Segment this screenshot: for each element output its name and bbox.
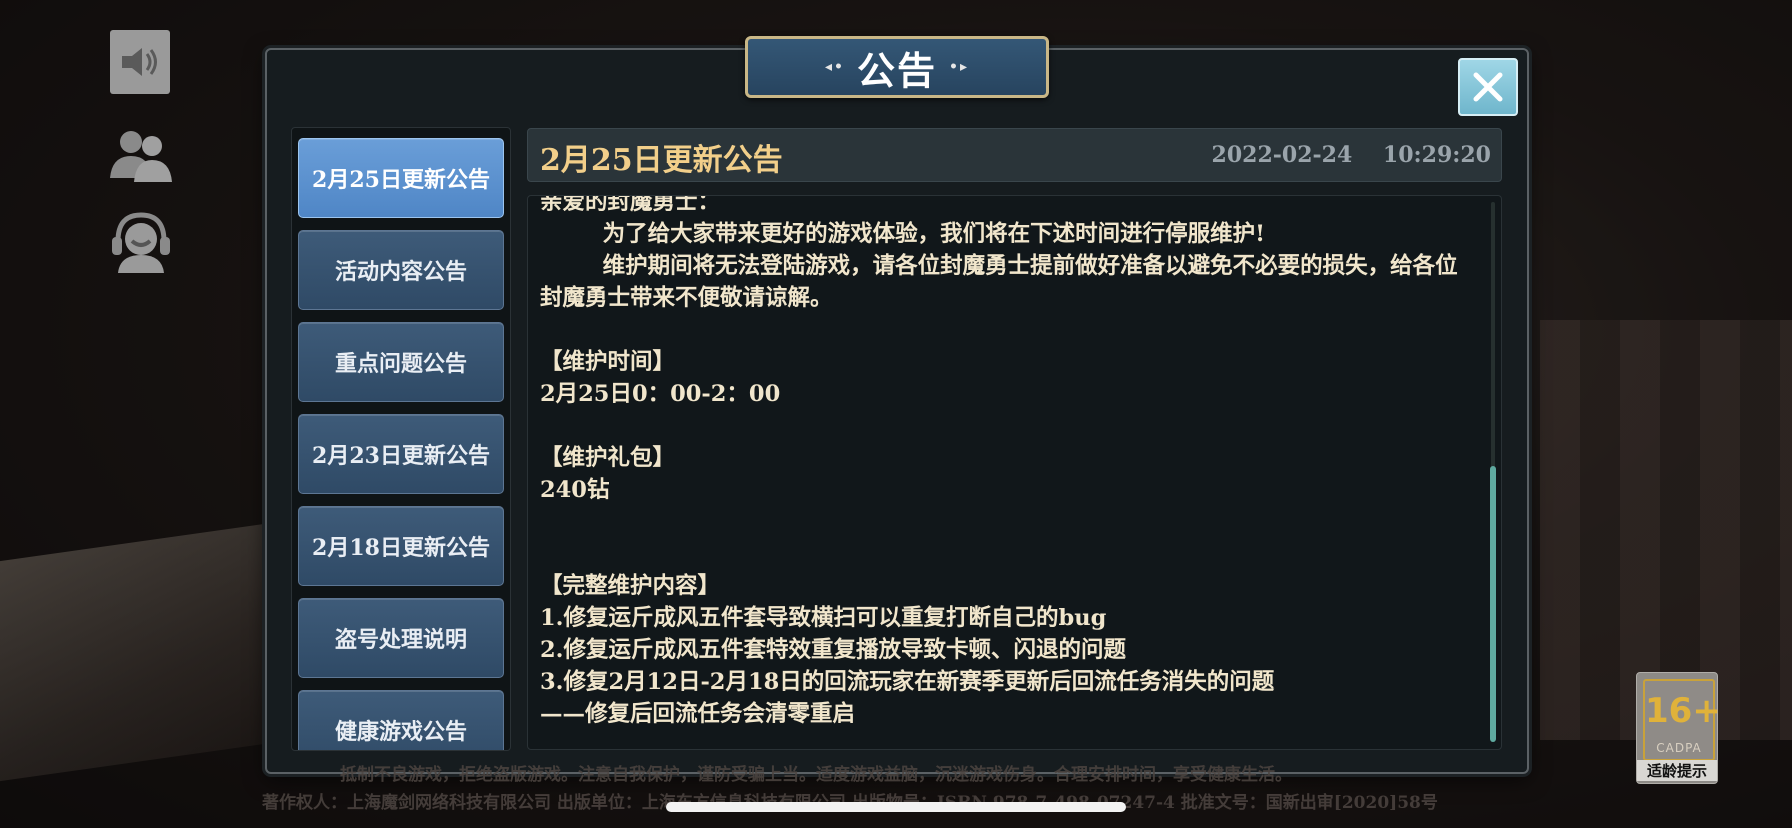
age-rating-badge[interactable]: 16+ CADPA 适龄提示 (1636, 672, 1721, 784)
announcement-title: 2月25日更新公告 (540, 143, 783, 178)
text-line: 3.修复2月12日-2月18日的回流玩家在新赛季更新后回流任务消失的问题 (540, 669, 1275, 695)
announcement-header: 2月25日更新公告 2022-02-24 10:29:20 (527, 128, 1502, 182)
text-line (540, 410, 1480, 442)
tab-event-content[interactable]: 活动内容公告 (298, 230, 504, 310)
legal-notice-line1: 抵制不良游戏，拒绝盗版游戏。注意自我保护，谨防受骗上当。适度游戏益脑，沉迷游戏伤… (340, 765, 1292, 785)
people-icon[interactable] (105, 120, 177, 192)
text-line: 2.修复运斤成风五件套特效重复播放导致卡顿、闪退的问题 (540, 637, 1126, 663)
age-rating-tip: 适龄提示 (1637, 760, 1717, 781)
text-line (540, 314, 1480, 346)
text-line: 1.修复运斤成风五件套导致横扫可以重复打断自己的bug (540, 605, 1107, 631)
text-line: 亲爱的封魔勇士： (540, 195, 721, 215)
tab-feb23-update[interactable]: 2月23日更新公告 (298, 414, 504, 494)
text-line: 为了给大家带来更好的游戏体验，我们将在下述时间进行停服维护! (540, 221, 1266, 247)
scrollbar-thumb[interactable] (1490, 466, 1496, 742)
text-line (540, 538, 1480, 570)
text-line: 维护期间将无法登陆游戏，请各位封魔勇士提前做好准备以避免不必要的损失，给各位封魔… (540, 253, 1458, 311)
tab-account-theft[interactable]: 盗号处理说明 (298, 598, 504, 678)
background-rock (0, 518, 300, 782)
dialog-title-plate: ◂• 公告 •▸ (745, 36, 1049, 98)
tab-key-issues[interactable]: 重点问题公告 (298, 322, 504, 402)
speaker-icon[interactable] (110, 30, 170, 94)
age-rating-frame: 16+ CADPA (1643, 679, 1721, 761)
home-indicator[interactable] (666, 802, 1126, 812)
title-ornament-left-icon: ◂• (825, 59, 845, 75)
title-ornament-right-icon: •▸ (949, 59, 969, 75)
text-line: ——修复后回流任务会清零重启 (540, 701, 856, 727)
tab-healthy-gaming[interactable]: 健康游戏公告 (298, 690, 504, 750)
announcement-tab-list: 2月25日更新公告 活动内容公告 重点问题公告 2月23日更新公告 2月18日更… (291, 127, 511, 751)
tab-feb25-update[interactable]: 2月25日更新公告 (298, 138, 504, 218)
age-rating-org: CADPA (1656, 741, 1702, 755)
age-rating-value: 16+ (1645, 691, 1721, 731)
announcement-body[interactable]: 亲爱的封魔勇士： 为了给大家带来更好的游戏体验，我们将在下述时间进行停服维护! … (527, 195, 1502, 750)
text-line: 240钻 (540, 477, 610, 503)
text-line: 【维护礼包】 (540, 445, 676, 471)
text-line (540, 506, 1480, 538)
close-button[interactable] (1458, 58, 1518, 116)
text-line: 2月25日0：00-2：00 (540, 381, 781, 407)
close-icon (1473, 72, 1503, 102)
tab-feb18-update[interactable]: 2月18日更新公告 (298, 506, 504, 586)
announcement-text: 亲爱的封魔勇士： 为了给大家带来更好的游戏体验，我们将在下述时间进行停服维护! … (540, 195, 1480, 730)
text-line: 【完整维护内容】 (540, 573, 721, 599)
text-line: 【维护时间】 (540, 349, 676, 375)
customer-service-icon[interactable] (105, 206, 177, 278)
dialog-title: 公告 (856, 47, 937, 93)
announcement-date: 2022-02-24 10:29:20 (1211, 142, 1491, 168)
